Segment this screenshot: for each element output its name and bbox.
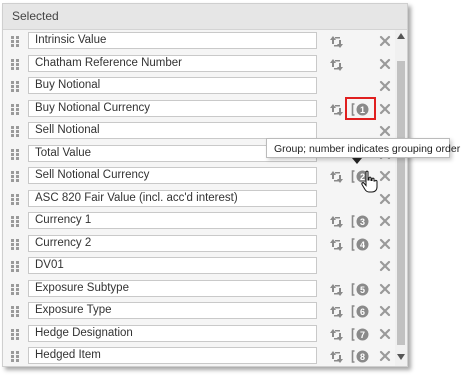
column-name-field[interactable]: Currency 1	[28, 212, 317, 229]
remove-icon[interactable]	[379, 193, 391, 205]
remove-icon[interactable]	[379, 125, 391, 137]
sort-icon[interactable]	[330, 305, 344, 319]
column-name-field[interactable]: Hedge Designation	[28, 324, 317, 342]
column-name-field[interactable]: Currency 2	[28, 234, 317, 252]
sort-icon[interactable]	[330, 215, 344, 229]
remove-icon[interactable]	[379, 260, 391, 272]
remove-icon[interactable]	[379, 103, 391, 115]
drag-handle-icon[interactable]	[11, 36, 19, 47]
group-order-number: 3	[360, 217, 365, 227]
sort-icon[interactable]	[330, 35, 344, 49]
remove-icon[interactable]	[379, 238, 391, 250]
column-name-field[interactable]: Sell Notional Currency	[28, 167, 317, 184]
remove-icon[interactable]	[379, 35, 391, 47]
group-icon[interactable]: 7	[351, 327, 371, 342]
panel-title: Selected	[3, 4, 407, 30]
drag-handle-icon[interactable]	[11, 351, 19, 362]
remove-icon[interactable]	[379, 283, 391, 295]
column-name-field[interactable]: Buy Notional Currency	[28, 99, 317, 117]
column-name-field[interactable]: Intrinsic Value	[28, 32, 317, 49]
column-row[interactable]: DV01	[3, 255, 395, 278]
sort-icon[interactable]	[330, 170, 344, 184]
remove-icon[interactable]	[379, 170, 391, 182]
drag-handle-icon[interactable]	[11, 81, 19, 92]
group-icon[interactable]: 8	[351, 349, 371, 364]
column-name-field[interactable]: ASC 820 Fair Value (incl. acc'd interest…	[28, 189, 317, 207]
group-tooltip: Group; number indicates grouping order	[266, 138, 460, 158]
column-row[interactable]: Currency 1 3	[3, 210, 395, 233]
tooltip-arrow	[352, 158, 362, 164]
group-order-number: 8	[360, 352, 365, 362]
sort-icon[interactable]	[330, 283, 344, 297]
column-name-field[interactable]: Buy Notional	[28, 77, 317, 94]
drag-handle-icon[interactable]	[11, 126, 19, 137]
drag-handle-icon[interactable]	[11, 238, 19, 250]
drag-handle-icon[interactable]	[11, 283, 19, 295]
sort-icon[interactable]	[330, 238, 344, 252]
sort-icon[interactable]	[330, 328, 344, 342]
column-row[interactable]: Hedge Designation 7	[3, 323, 395, 346]
scroll-down-arrow-icon[interactable]	[397, 354, 405, 360]
hand-cursor-icon	[361, 170, 378, 193]
column-name-field[interactable]: Exposure Subtype	[28, 279, 317, 297]
scroll-up-arrow-icon[interactable]	[397, 33, 405, 39]
column-row[interactable]: Sell Notional Currency 2	[3, 165, 395, 188]
column-name-field[interactable]: DV01	[28, 257, 317, 274]
column-name-field[interactable]: Hedged Item	[28, 347, 317, 364]
group-icon[interactable]: 3	[351, 214, 371, 229]
remove-icon[interactable]	[379, 305, 391, 317]
column-row[interactable]: Hedged Item 8	[3, 345, 395, 368]
column-row[interactable]: Buy Notional	[3, 75, 395, 98]
drag-handle-icon[interactable]	[11, 58, 19, 70]
scrollbar[interactable]	[395, 30, 407, 366]
remove-icon[interactable]	[379, 80, 391, 92]
column-row[interactable]: Exposure Subtype 5	[3, 278, 395, 301]
column-row[interactable]: Intrinsic Value	[3, 30, 395, 53]
group-icon[interactable]: 5	[351, 282, 371, 297]
drag-handle-icon[interactable]	[11, 261, 19, 272]
remove-icon[interactable]	[379, 58, 391, 70]
selected-columns-panel: Selected Intrinsic Value Chatham Referenc…	[2, 3, 408, 367]
column-row[interactable]: ASC 820 Fair Value (incl. acc'd interest…	[3, 188, 395, 211]
remove-icon[interactable]	[379, 328, 391, 340]
group-order-number: 6	[360, 307, 365, 317]
column-row[interactable]: Currency 2 4	[3, 233, 395, 256]
group-order-number: 5	[360, 285, 365, 295]
sort-icon[interactable]	[330, 350, 344, 364]
highlight-box	[345, 97, 376, 120]
column-row[interactable]: Chatham Reference Number	[3, 53, 395, 76]
drag-handle-icon[interactable]	[11, 216, 19, 227]
selected-columns-list: Intrinsic Value Chatham Reference Number B…	[3, 30, 395, 368]
column-name-field[interactable]: Exposure Type	[28, 302, 317, 319]
group-order-number: 4	[360, 240, 365, 250]
remove-icon[interactable]	[379, 215, 391, 227]
drag-handle-icon[interactable]	[11, 306, 19, 317]
sort-icon[interactable]	[330, 58, 344, 72]
drag-handle-icon[interactable]	[11, 103, 19, 115]
remove-icon[interactable]	[379, 350, 391, 362]
drag-handle-icon[interactable]	[11, 193, 19, 205]
column-name-field[interactable]: Chatham Reference Number	[28, 54, 317, 72]
sort-icon[interactable]	[330, 103, 344, 117]
column-name-field[interactable]: Sell Notional	[28, 122, 317, 139]
group-icon[interactable]: 6	[351, 304, 371, 319]
drag-handle-icon[interactable]	[11, 171, 19, 182]
drag-handle-icon[interactable]	[11, 328, 19, 340]
column-row[interactable]: Buy Notional Currency 1	[3, 98, 395, 121]
drag-handle-icon[interactable]	[11, 148, 19, 160]
scroll-thumb[interactable]	[397, 61, 405, 345]
group-icon[interactable]: 4	[351, 237, 371, 252]
column-row[interactable]: Exposure Type 6	[3, 300, 395, 323]
group-order-number: 7	[360, 330, 365, 340]
